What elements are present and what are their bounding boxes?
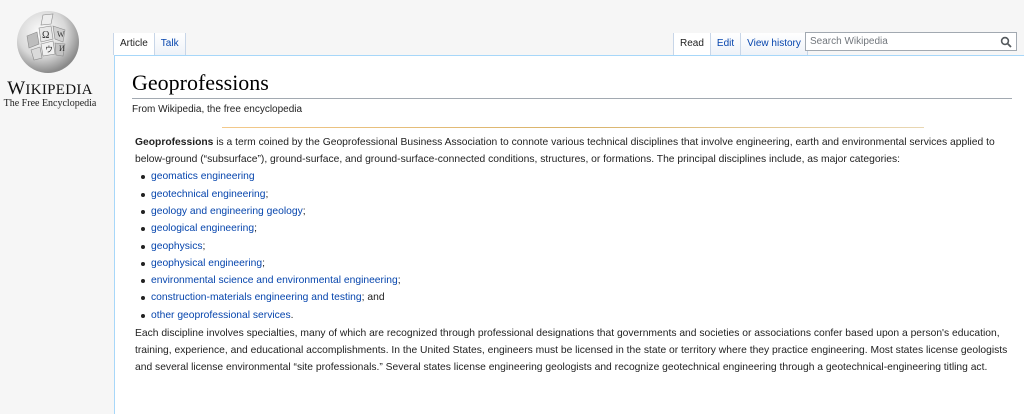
intro-text: is a term coined by the Geoprofessional … bbox=[135, 137, 995, 166]
list-item: geotechnical engineering; bbox=[141, 186, 1015, 203]
page-title: Geoprofessions bbox=[132, 70, 269, 95]
svg-text:И: И bbox=[59, 44, 65, 53]
svg-text:Ω: Ω bbox=[42, 30, 49, 41]
content-area: Geoprofessions From Wikipedia, the free … bbox=[114, 55, 1024, 414]
link-geology-and-engineering-geology[interactable]: geology and engineering geology bbox=[151, 206, 303, 217]
list-item: environmental science and environmental … bbox=[141, 272, 1015, 289]
link-geophysics[interactable]: geophysics bbox=[151, 241, 203, 252]
link-geophysical-engineering[interactable]: geophysical engineering bbox=[151, 258, 262, 269]
intro-bold-term: Geoprofessions bbox=[135, 137, 214, 148]
second-paragraph: Each discipline involves specialties, ma… bbox=[135, 328, 1008, 374]
tab-article[interactable]: Article bbox=[113, 33, 155, 55]
intro-paragraph: Geoprofessions is a term coined by the G… bbox=[135, 134, 1015, 168]
wikipedia-logo[interactable]: Ω W И ウ WIKIPEDIA The Free Encyclopedia bbox=[0, 0, 115, 115]
namespace-tabs: Article Talk bbox=[113, 33, 186, 55]
article-body: Geoprofessions is a term coined by the G… bbox=[135, 134, 1015, 377]
search-icon[interactable] bbox=[1000, 36, 1012, 48]
search-box bbox=[805, 32, 1017, 51]
link-other-geoprofessional-services[interactable]: other geoprofessional services bbox=[151, 310, 291, 321]
tab-edit[interactable]: Edit bbox=[710, 33, 742, 55]
view-tabs: Read Edit View history bbox=[673, 33, 808, 55]
list-item: geophysical engineering; bbox=[141, 255, 1015, 272]
globe-icon: Ω W И ウ bbox=[17, 11, 79, 73]
link-construction-materials-engineering[interactable]: construction-materials engineering and t… bbox=[151, 292, 362, 303]
list-item: other geoprofessional services. bbox=[141, 307, 1015, 324]
tab-view-history[interactable]: View history bbox=[741, 33, 808, 55]
link-geotechnical-engineering[interactable]: geotechnical engineering bbox=[151, 189, 266, 200]
tab-talk[interactable]: Talk bbox=[154, 33, 186, 55]
svg-text:ウ: ウ bbox=[45, 45, 53, 54]
svg-text:W: W bbox=[57, 30, 65, 39]
wikipedia-tagline: The Free Encyclopedia bbox=[3, 98, 97, 109]
hint-divider bbox=[222, 127, 924, 128]
wikipedia-wordmark: WIKIPEDIA bbox=[7, 78, 93, 99]
list-item: geomatics engineering bbox=[141, 168, 1015, 185]
discipline-list: geomatics engineering geotechnical engin… bbox=[135, 168, 1015, 324]
list-item: geophysics; bbox=[141, 238, 1015, 255]
title-divider bbox=[132, 98, 1012, 99]
list-item: construction-materials engineering and t… bbox=[141, 289, 1015, 306]
list-item: geology and engineering geology; bbox=[141, 203, 1015, 220]
list-item: geological engineering; bbox=[141, 220, 1015, 237]
tab-read[interactable]: Read bbox=[673, 33, 711, 55]
link-environmental-science[interactable]: environmental science and environmental … bbox=[151, 275, 398, 286]
link-geological-engineering[interactable]: geological engineering bbox=[151, 223, 254, 234]
site-subtitle: From Wikipedia, the free encyclopedia bbox=[132, 104, 303, 115]
link-geomatics-engineering[interactable]: geomatics engineering bbox=[151, 171, 255, 182]
search-input[interactable] bbox=[810, 35, 990, 48]
